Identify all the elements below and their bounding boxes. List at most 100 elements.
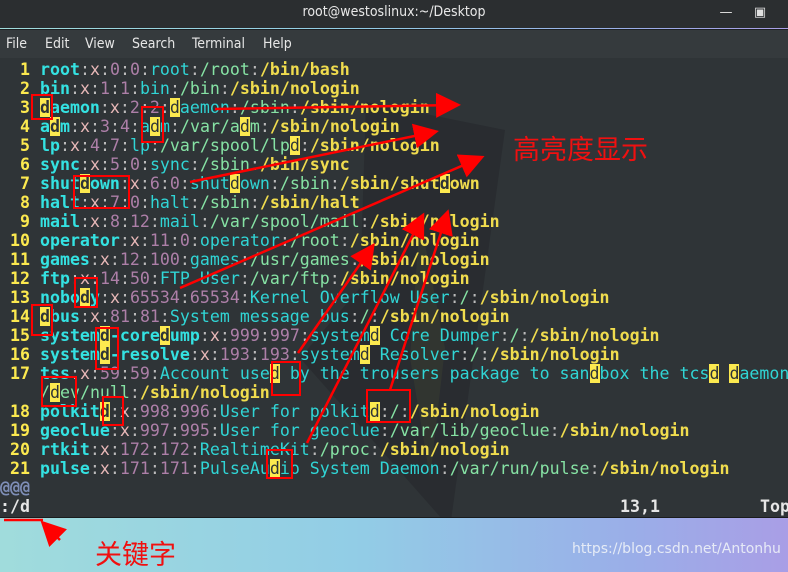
line-text: root: [39, 60, 80, 79]
menu-file[interactable]: File: [6, 36, 27, 52]
line-number: 16: [0, 345, 40, 364]
line-text: ev/null: [59, 383, 130, 402]
line-text: :: [129, 307, 140, 326]
menu-terminal[interactable]: Terminal: [192, 36, 245, 52]
search-match: d: [289, 136, 300, 155]
line-text: shut: [39, 174, 80, 193]
search-match: d: [159, 326, 170, 345]
line-text: /sbin/nologin: [529, 326, 660, 345]
line-text: ftp: [39, 269, 70, 288]
line-text: :: [69, 79, 80, 98]
line-text: :: [179, 174, 190, 193]
scroll-position: Top: [760, 497, 788, 516]
line-text: :: [249, 155, 260, 174]
line-text: /var/a: [179, 117, 240, 136]
line-text: halt: [149, 193, 190, 212]
maximize-icon[interactable]: ▣: [750, 4, 770, 22]
line-number: 1: [0, 60, 40, 79]
line-text: 0: [129, 60, 140, 79]
line-text: 999: [229, 326, 260, 345]
line-text: 59: [129, 364, 150, 383]
line-text: system: [39, 345, 100, 364]
line-text: 1: [99, 79, 110, 98]
menu-search[interactable]: Search: [132, 36, 175, 52]
line-text: /var/spool/lp: [159, 136, 290, 155]
line-text: :: [109, 459, 120, 478]
line-text: :: [369, 307, 380, 326]
line-text: tss: [39, 364, 70, 383]
line-text: m: [159, 117, 170, 136]
line-text: 995: [179, 421, 210, 440]
line-text: own: [89, 174, 120, 193]
line-text: x: [129, 174, 140, 193]
buffer-line: 7 shutdown:x:6:0:shutdown:/sbin:/sbin/sh…: [0, 174, 788, 193]
line-text: operator: [39, 231, 120, 250]
line-text: :: [299, 326, 310, 345]
line-text: /sbin: [279, 174, 330, 193]
line-text: :: [129, 402, 140, 421]
line-text: :: [179, 250, 190, 269]
menu-help[interactable]: Help: [263, 36, 292, 52]
line-text: 12: [129, 212, 150, 231]
line-text: /sbin/nologin: [359, 250, 490, 269]
buffer-line-wrap: /dev/null:/sbin/nologin: [0, 383, 788, 402]
line-text: :: [519, 326, 530, 345]
terminal-area[interactable]: 1 root:x:0:0:root:/root:/bin/bash 2 bin:…: [0, 58, 788, 518]
line-text: x: [109, 288, 120, 307]
line-text: x: [209, 326, 220, 345]
search-match: d: [99, 402, 110, 421]
line-text: x: [119, 402, 130, 421]
line-text: 997: [269, 326, 300, 345]
line-text: games: [189, 250, 240, 269]
line-text: own: [449, 174, 480, 193]
line-text: -resolve: [109, 345, 190, 364]
line-text: io System Daemon: [279, 459, 440, 478]
line-text: :: [99, 60, 110, 79]
search-match: d: [589, 364, 600, 383]
search-match: d: [79, 174, 90, 193]
line-text: y: [89, 288, 100, 307]
line-text: :: [139, 193, 150, 212]
line-number: 18: [0, 402, 40, 421]
line-text: x: [79, 364, 90, 383]
line-text: :: [549, 421, 560, 440]
line-text: :: [89, 364, 100, 383]
line-text: :: [149, 136, 160, 155]
menu-edit[interactable]: Edit: [45, 36, 69, 52]
line-text: /sbin/nologin: [139, 383, 270, 402]
line-text: /sbin/nologin: [599, 459, 730, 478]
line-text: :: [139, 155, 150, 174]
line-text: :: [79, 307, 90, 326]
line-text: :: [209, 345, 220, 364]
line-text: :: [219, 79, 230, 98]
line-text: x: [79, 79, 90, 98]
line-text: FTP User: [159, 269, 240, 288]
vim-buffer[interactable]: 1 root:x:0:0:root:/root:/bin/bash 2 bin:…: [0, 60, 788, 516]
line-text: 0: [129, 155, 140, 174]
line-text: system: [299, 345, 360, 364]
minimize-icon[interactable]: —: [716, 4, 736, 22]
menu-view[interactable]: View: [85, 36, 115, 52]
line-text: games: [39, 250, 90, 269]
line-text: :: [139, 174, 150, 193]
line-number: 21: [0, 459, 40, 478]
line-number: 12: [0, 269, 40, 288]
line-text: :: [449, 288, 460, 307]
search-command[interactable]: :/d: [0, 497, 30, 516]
line-text: :: [379, 402, 390, 421]
buffer-line: 21 pulse:x:171:171:PulseAudio System Dae…: [0, 459, 788, 478]
line-text: :: [69, 269, 80, 288]
buffer-line: 13 nobody:x:65534:65534:Kernel Overflow …: [0, 288, 788, 307]
line-text: :: [159, 174, 170, 193]
line-text: :: [269, 174, 280, 193]
line-text: [719, 364, 729, 383]
line-text: :: [99, 136, 110, 155]
search-match: d: [49, 383, 60, 402]
line-text: :: [139, 60, 150, 79]
line-text: bin: [139, 79, 170, 98]
line-text: :: [219, 326, 230, 345]
line-text: system: [39, 326, 100, 345]
line-text: Core Dumper: [379, 326, 500, 345]
line-text: /var/lib/geoclue: [389, 421, 550, 440]
line-text: operator: [199, 231, 280, 250]
